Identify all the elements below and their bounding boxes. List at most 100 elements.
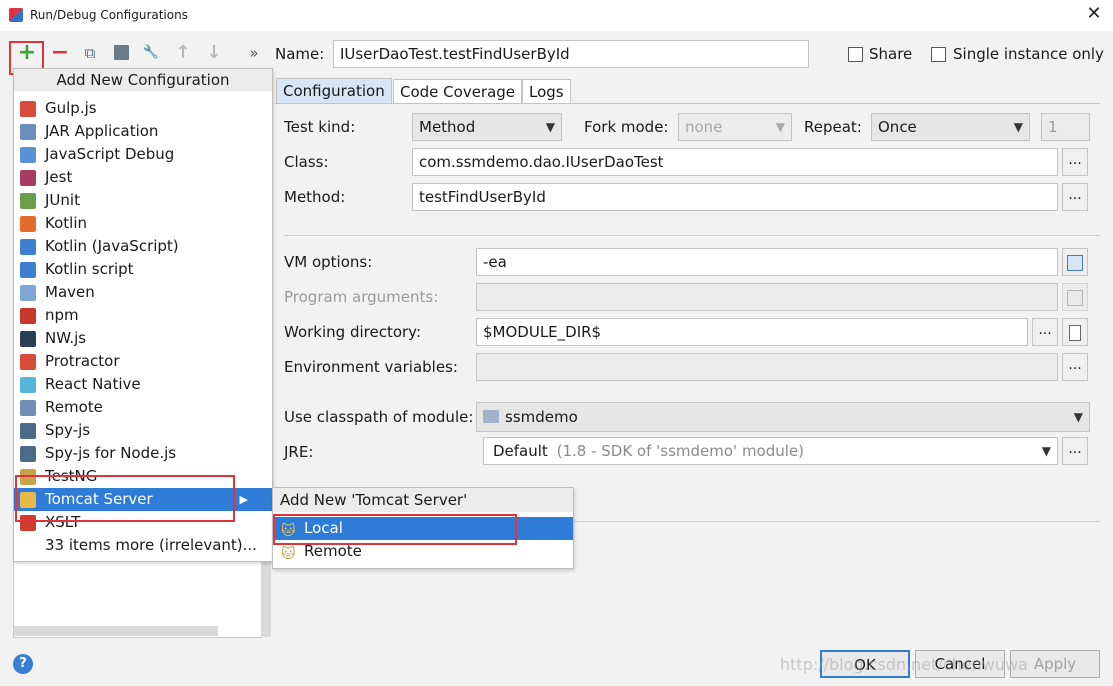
- menu-item-kotlin[interactable]: Kotlin: [14, 212, 272, 235]
- menu-item-kotlin-javascript[interactable]: Kotlin (JavaScript): [14, 235, 272, 258]
- method-input[interactable]: testFindUserById: [412, 183, 1058, 211]
- wrench-icon[interactable]: 🔧: [141, 43, 161, 63]
- menu-item-label: NW.js: [45, 329, 87, 347]
- repeat-value: Once: [878, 118, 917, 136]
- spy-js-node-icon: [20, 446, 36, 462]
- method-browse-button[interactable]: ...: [1062, 183, 1088, 211]
- module-folder-icon: [483, 410, 499, 423]
- test-kind-value: Method: [419, 118, 476, 136]
- menu-item-label: Maven: [45, 283, 95, 301]
- menu-item-jest[interactable]: Jest: [14, 166, 272, 189]
- menu-item-nw-js[interactable]: NW.js: [14, 327, 272, 350]
- tree-horizontal-scrollbar[interactable]: [14, 626, 218, 636]
- menu-item-react-native[interactable]: React Native: [14, 373, 272, 396]
- remote-icon: [20, 400, 36, 416]
- chevron-down-icon: ▼: [1041, 444, 1051, 458]
- jre-hint: (1.8 - SDK of 'ssmdemo' module): [556, 442, 805, 460]
- tomcat-submenu-header: Add New 'Tomcat Server' Configuration: [273, 488, 573, 533]
- share-checkbox[interactable]: [848, 47, 863, 62]
- menu-item-label: JAR Application: [45, 122, 159, 140]
- fork-mode-select[interactable]: none ▼: [678, 113, 792, 141]
- menu-item-javascript-debug[interactable]: JavaScript Debug: [14, 143, 272, 166]
- menu-item-label: React Native: [45, 375, 141, 393]
- menu-item-jar-application[interactable]: JAR Application: [14, 120, 272, 143]
- menu-item-label: Kotlin (JavaScript): [45, 237, 179, 255]
- menu-item-junit[interactable]: JUnit: [14, 189, 272, 212]
- tab-panel-border: [275, 103, 1100, 104]
- save-icon[interactable]: [111, 43, 131, 63]
- vm-options-input[interactable]: -ea: [476, 248, 1058, 276]
- menu-item-label: Gulp.js: [45, 99, 97, 117]
- expand-icon[interactable]: [1062, 248, 1088, 276]
- kotlin-icon: [20, 216, 36, 232]
- repeat-select[interactable]: Once ▼: [871, 113, 1030, 141]
- jar-icon: [20, 124, 36, 140]
- arrow-down-icon[interactable]: ↓: [204, 43, 224, 63]
- close-icon[interactable]: ✕: [1083, 3, 1105, 25]
- gulp-icon: [20, 101, 36, 117]
- npm-icon: [20, 308, 36, 324]
- tomcat-server-highlight: [15, 475, 235, 522]
- tab-code-coverage[interactable]: Code Coverage: [393, 79, 523, 104]
- submenu-arrow-icon: ▶: [239, 493, 248, 506]
- menu-item-protractor[interactable]: Protractor: [14, 350, 272, 373]
- jest-icon: [20, 170, 36, 186]
- single-instance-checkbox[interactable]: [931, 47, 946, 62]
- menu-item-gulp-js[interactable]: Gulp.js: [14, 97, 272, 120]
- vm-options-label: VM options:: [284, 253, 373, 271]
- working-directory-label: Working directory:: [284, 323, 422, 341]
- class-input[interactable]: com.ssmdemo.dao.IUserDaoTest: [412, 148, 1058, 176]
- program-arguments-label: Program arguments:: [284, 288, 439, 306]
- chevron-double-right-icon[interactable]: »: [244, 43, 264, 63]
- share-label: Share: [869, 45, 913, 63]
- menu-item-spy-js[interactable]: Spy-js: [14, 419, 272, 442]
- fork-mode-label: Fork mode:: [584, 118, 669, 136]
- menu-item-kotlin-script[interactable]: Kotlin script: [14, 258, 272, 281]
- kotlin-js-icon: [20, 239, 36, 255]
- menu-item-33-items-more-irrelevant[interactable]: 33 items more (irrelevant)...: [14, 534, 272, 557]
- local-highlight: [273, 514, 517, 545]
- tab-logs[interactable]: Logs: [522, 79, 571, 104]
- nwjs-icon: [20, 331, 36, 347]
- classpath-module-select[interactable]: ssmdemo ▼: [476, 402, 1090, 432]
- expand-icon[interactable]: [1062, 283, 1088, 311]
- tab-configuration[interactable]: Configuration: [276, 78, 392, 103]
- repeat-label: Repeat:: [804, 118, 862, 136]
- js-debug-icon: [20, 147, 36, 163]
- minus-icon[interactable]: −: [50, 42, 70, 64]
- jre-browse-button[interactable]: ...: [1062, 437, 1088, 465]
- plus-icon[interactable]: +: [17, 42, 37, 64]
- repeat-count-input[interactable]: 1: [1041, 113, 1090, 141]
- menu-item-remote[interactable]: Remote: [14, 396, 272, 419]
- classpath-module-value: ssmdemo: [505, 408, 578, 426]
- menu-item-label: 33 items more (irrelevant)...: [45, 536, 257, 554]
- working-directory-input[interactable]: $MODULE_DIR$: [476, 318, 1028, 346]
- environment-variables-input[interactable]: [476, 353, 1058, 381]
- working-directory-browse-button[interactable]: ...: [1032, 318, 1058, 346]
- arrow-up-icon[interactable]: ↑: [173, 43, 193, 63]
- program-arguments-input[interactable]: [476, 283, 1058, 311]
- copy-icon[interactable]: ⧉: [80, 43, 100, 63]
- class-label: Class:: [284, 153, 329, 171]
- jre-value: Default: [493, 442, 548, 460]
- protractor-icon: [20, 354, 36, 370]
- title-bar: Run/Debug Configurations ✕: [0, 0, 1113, 31]
- chevron-down-icon: ▼: [1073, 410, 1083, 424]
- menu-item-npm[interactable]: npm: [14, 304, 272, 327]
- environment-variables-browse-button[interactable]: ...: [1062, 353, 1088, 381]
- class-browse-button[interactable]: ...: [1062, 148, 1088, 176]
- menu-item-label: Remote: [45, 398, 103, 416]
- test-kind-select[interactable]: Method ▼: [412, 113, 562, 141]
- menu-item-spy-js-for-node-js[interactable]: Spy-js for Node.js: [14, 442, 272, 465]
- method-label: Method:: [284, 188, 346, 206]
- name-input[interactable]: IUserDaoTest.testFindUserById: [333, 40, 809, 68]
- test-kind-label: Test kind:: [284, 118, 356, 136]
- document-icon[interactable]: [1062, 318, 1088, 346]
- help-icon[interactable]: ?: [13, 654, 33, 674]
- window-title: Run/Debug Configurations: [30, 8, 188, 22]
- classpath-module-label: Use classpath of module:: [284, 408, 474, 426]
- menu-item-maven[interactable]: Maven: [14, 281, 272, 304]
- separator: [284, 235, 1100, 236]
- jre-select[interactable]: Default (1.8 - SDK of 'ssmdemo' module) …: [483, 437, 1058, 465]
- single-instance-label: Single instance only: [953, 45, 1104, 63]
